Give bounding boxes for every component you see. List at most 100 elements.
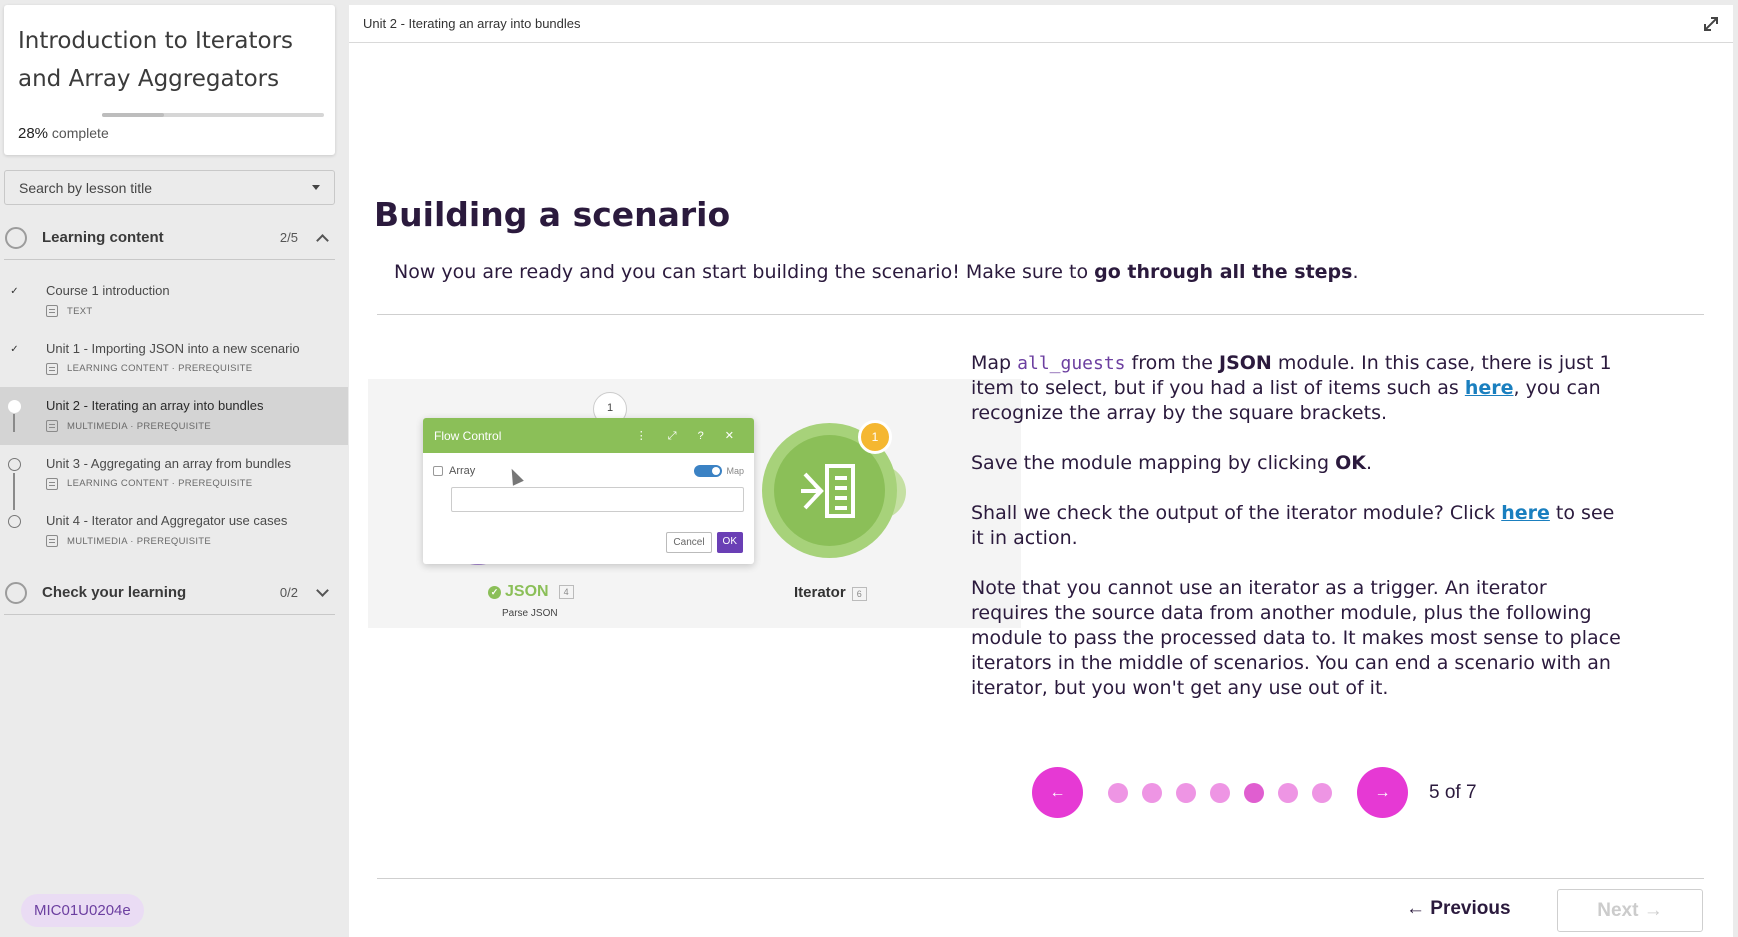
incomplete-circle-icon	[8, 457, 21, 471]
breadcrumb: Unit 2 - Iterating an array into bundles	[363, 16, 581, 31]
lesson-meta: LEARNING CONTENT · PREREQUISITE	[46, 362, 348, 375]
arrow-left-icon: ←	[1049, 783, 1066, 801]
intro-text-bold: go through all the steps	[1094, 261, 1353, 283]
check-circle-icon: ✓	[488, 585, 501, 599]
lesson-meta-text: LEARNING CONTENT · PREREQUISITE	[67, 478, 253, 489]
lesson-search-select[interactable]: Search by lesson title	[4, 170, 335, 205]
chevron-down-icon[interactable]	[316, 584, 329, 597]
json-module-sub: Parse JSON	[502, 608, 558, 619]
section-progress-icon	[5, 581, 27, 604]
intro-text: Now you are ready and you can start buil…	[394, 261, 1359, 283]
divider	[377, 878, 1704, 879]
caret-down-icon	[312, 185, 320, 190]
progress-text: 28% complete	[18, 125, 109, 142]
paragraph-check-output: Shall we check the output of the iterato…	[971, 502, 1615, 549]
json-module-number: 4	[558, 585, 574, 599]
lesson-body: Map all_guests from the JSON module. In …	[971, 351, 1621, 726]
multimedia-icon	[46, 420, 58, 432]
lesson-title: Unit 2 - Iterating an array into bundles	[46, 398, 264, 413]
dialog-cancel-button: Cancel	[666, 532, 712, 553]
pager-dot-3[interactable]	[1176, 782, 1196, 803]
intro-text-plain: Now you are ready and you can start buil…	[394, 261, 1095, 283]
section-title: Check your learning	[42, 584, 187, 601]
flow-control-dialog: Flow Control ⋮ ⤢ ? ✕ Array Map Cancel OK	[423, 418, 754, 564]
chevron-up-icon[interactable]	[316, 234, 329, 247]
dialog-header-icons: ⋮ ⤢ ? ✕	[635, 429, 743, 442]
current-lesson-icon	[8, 400, 21, 413]
lesson-title: Course 1 introduction	[46, 283, 170, 298]
expand-icon[interactable]	[1703, 16, 1719, 32]
search-placeholder: Search by lesson title	[19, 179, 153, 196]
scenario-screenshot: 1 1 Flow Control ⋮ ⤢ ? ✕ Array Map Cance…	[368, 379, 1021, 628]
pager-dot-5[interactable]	[1244, 782, 1264, 803]
array-input	[451, 487, 744, 513]
array-label: Array	[449, 465, 476, 478]
lesson-meta: MULTIMEDIA · PREREQUISITE	[46, 420, 348, 432]
json-module-label: ✓ JSON 4	[488, 583, 574, 601]
lesson-list: ✓ Course 1 introduction TEXT ✓ Unit 1 - …	[0, 272, 348, 560]
learning-content-icon	[46, 477, 58, 490]
pager-dots	[1108, 782, 1332, 803]
pager-label: 5 of 7	[1429, 781, 1477, 803]
lesson-meta: MULTIMEDIA · PREREQUISITE	[46, 535, 348, 547]
section-title: Learning content	[42, 229, 164, 246]
prev-slide-button[interactable]: ←	[1032, 767, 1083, 818]
section-progress-icon	[5, 226, 27, 249]
learning-content-icon	[46, 362, 58, 375]
paragraph-save: Save the module mapping by clicking OK.	[971, 452, 1372, 474]
checkbox-icon	[433, 466, 443, 477]
lesson-item-unit-2[interactable]: Unit 2 - Iterating an array into bundles…	[0, 387, 348, 445]
lesson-title: Unit 1 - Importing JSON into a new scena…	[46, 340, 300, 356]
check-icon: ✓	[8, 285, 21, 298]
topbar: Unit 2 - Iterating an array into bundles	[349, 5, 1733, 43]
intro-text-end: .	[1352, 261, 1359, 283]
lesson-title: Unit 3 - Aggregating an array from bundl…	[46, 455, 291, 471]
text-doc-icon	[46, 305, 58, 317]
incomplete-circle-icon	[8, 515, 21, 528]
lesson-item-course-1-introduction[interactable]: ✓ Course 1 introduction TEXT	[0, 272, 348, 330]
main-content: Unit 2 - Iterating an array into bundles…	[349, 5, 1733, 937]
lesson-meta-text: TEXT	[67, 305, 93, 317]
paragraph-note: Note that you cannot use an iterator as …	[971, 577, 1621, 699]
here-link-array[interactable]: here	[1465, 377, 1514, 399]
pager-dot-7[interactable]	[1312, 782, 1332, 803]
lesson-meta-text: MULTIMEDIA · PREREQUISITE	[67, 420, 212, 432]
lesson-meta-text: LEARNING CONTENT · PREREQUISITE	[67, 363, 253, 374]
divider	[377, 314, 1704, 315]
lesson-meta: LEARNING CONTENT · PREREQUISITE	[46, 477, 348, 490]
multimedia-icon	[46, 535, 58, 547]
pager-dot-2[interactable]	[1142, 782, 1162, 803]
course-card: Introduction to Iterators and Array Aggr…	[4, 5, 335, 155]
dialog-ok-button: OK	[716, 532, 743, 553]
pager-dot-1[interactable]	[1108, 782, 1128, 803]
pager-dot-6[interactable]	[1278, 782, 1298, 803]
page-title: Building a scenario	[374, 195, 731, 234]
previous-button[interactable]: ← Previous	[1406, 898, 1511, 920]
iterator-badge: 1	[858, 420, 892, 454]
course-progress-bar	[102, 113, 324, 117]
progress-percent: 28%	[18, 125, 49, 142]
course-title: Introduction to Iterators and Array Aggr…	[18, 28, 294, 92]
pager-dot-4[interactable]	[1210, 782, 1230, 803]
progress-connector	[13, 414, 15, 432]
iterator-module-number: 6	[851, 587, 867, 601]
course-progress-fill	[102, 113, 165, 117]
lesson-item-unit-1[interactable]: ✓ Unit 1 - Importing JSON into a new sce…	[0, 330, 348, 388]
check-icon: ✓	[8, 342, 21, 356]
iterator-module-label: Iterator 6	[794, 584, 867, 601]
code-all-guests: all_guests	[1017, 353, 1126, 374]
paragraph-map: Map all_guests from the JSON module. In …	[971, 352, 1612, 424]
lesson-item-unit-4[interactable]: Unit 4 - Iterator and Aggregator use cas…	[0, 502, 348, 560]
arrow-right-icon: →	[1374, 783, 1391, 801]
progress-connector	[13, 473, 15, 510]
iterator-name: Iterator	[794, 584, 846, 601]
map-label: Map	[726, 466, 744, 476]
lesson-item-unit-3[interactable]: Unit 3 - Aggregating an array from bundl…	[0, 445, 348, 503]
section-check-your-learning[interactable]: Check your learning 0/2	[4, 571, 335, 615]
lesson-title: Unit 4 - Iterator and Aggregator use cas…	[46, 513, 288, 528]
map-toggle	[694, 465, 723, 478]
next-button[interactable]: Next →	[1557, 889, 1703, 932]
next-slide-button[interactable]: →	[1357, 767, 1408, 818]
section-learning-content[interactable]: Learning content 2/5	[4, 216, 335, 260]
here-link-output[interactable]: here	[1501, 502, 1550, 524]
